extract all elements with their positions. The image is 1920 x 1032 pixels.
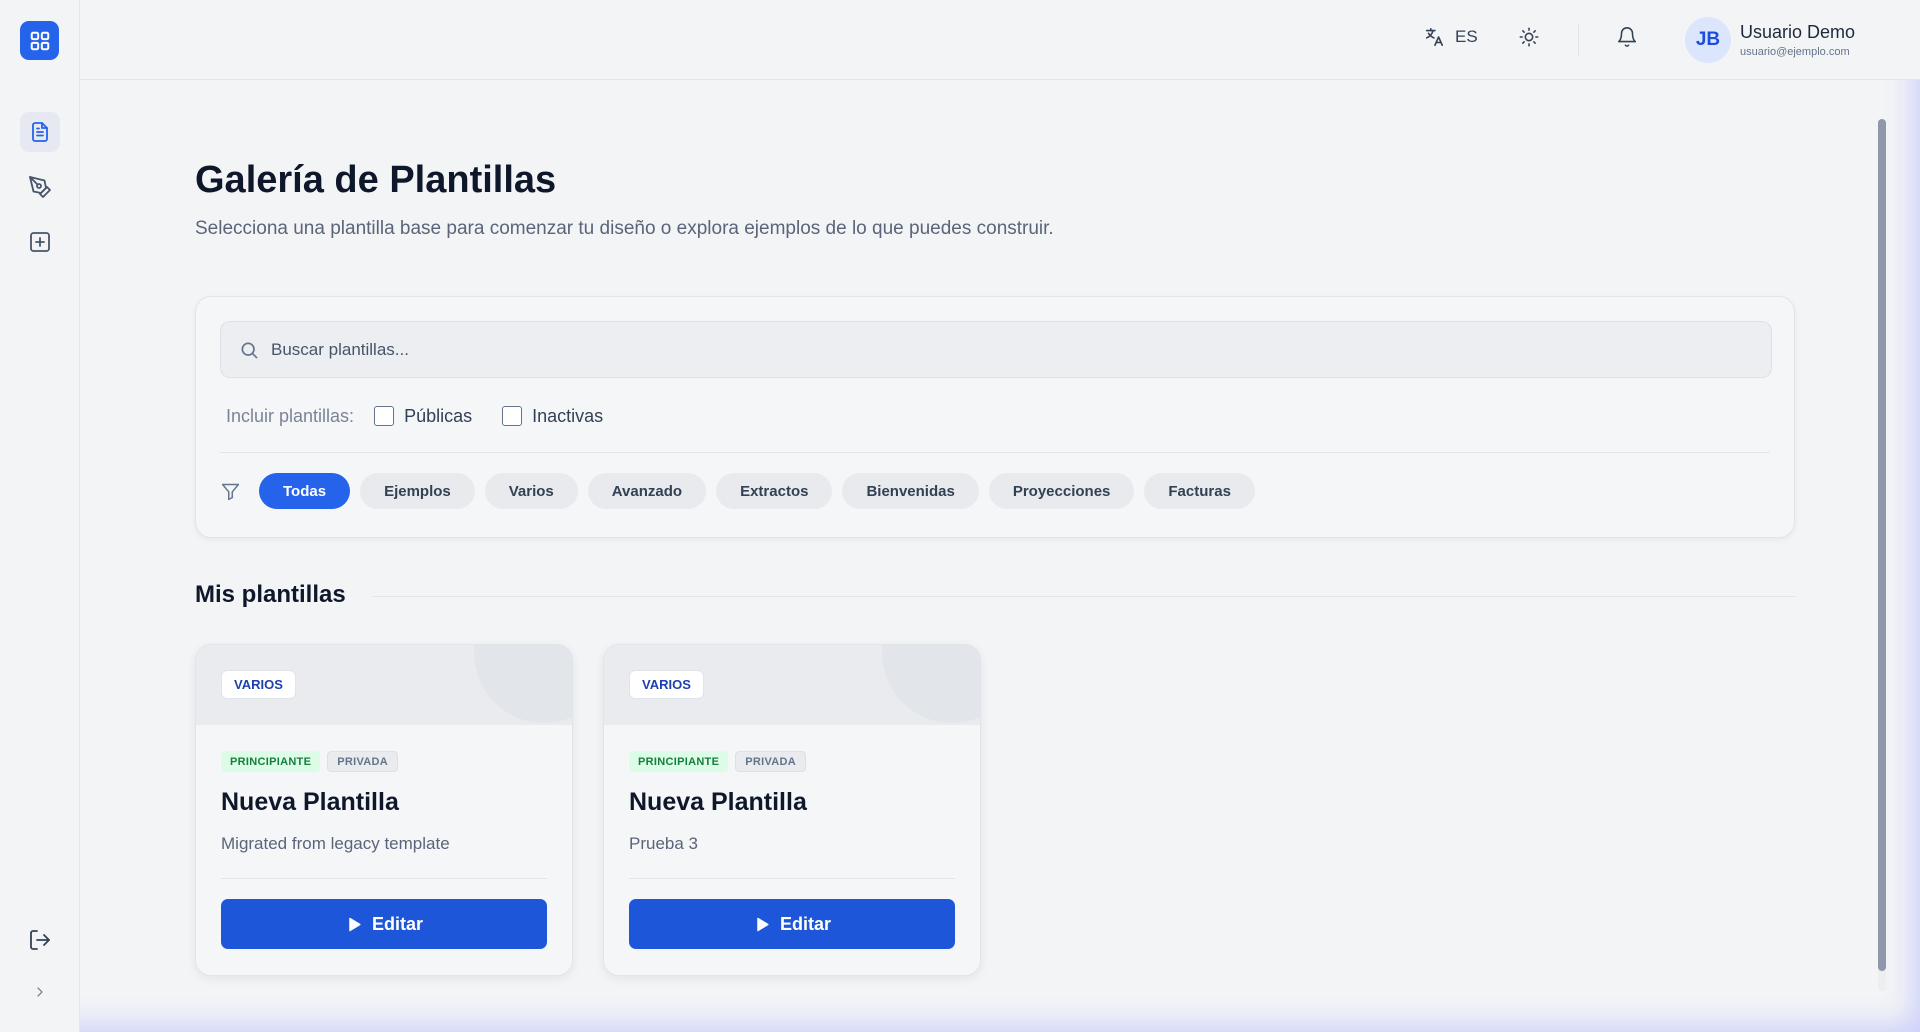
- inactive-checkbox-option[interactable]: Inactivas: [502, 406, 603, 427]
- expand-sidebar-button[interactable]: [20, 972, 60, 1012]
- language-switcher[interactable]: ES: [1423, 26, 1478, 48]
- document-icon: [32, 122, 48, 142]
- search-icon: [241, 342, 258, 358]
- template-card-header: VARIOS: [196, 645, 572, 725]
- pen-tool-icon: [29, 176, 51, 198]
- public-checkbox-option[interactable]: Públicas: [374, 406, 472, 427]
- search-input[interactable]: [271, 339, 1671, 360]
- category-chip-bienvenidas[interactable]: Bienvenidas: [842, 473, 979, 509]
- scrollbar-thumb[interactable]: [1878, 119, 1886, 971]
- translate-icon: [1425, 27, 1444, 47]
- page-subtitle: Selecciona una plantilla base para comen…: [195, 218, 1054, 239]
- category-chip-avanzado[interactable]: Avanzado: [587, 473, 707, 509]
- include-filters: Incluir plantillas: Públicas Inactivas: [226, 404, 633, 428]
- level-badge: PRINCIPIANTE: [221, 751, 321, 772]
- play-icon: [757, 917, 769, 931]
- template-badges: PRINCIPIANTE PRIVADA: [629, 751, 807, 772]
- logout-button[interactable]: [20, 920, 60, 960]
- main-content: Galería de Plantillas Selecciona una pla…: [80, 81, 1920, 1032]
- app-logo-grid-icon[interactable]: [20, 21, 59, 60]
- template-card[interactable]: VARIOS PRINCIPIANTE PRIVADA Nueva Planti…: [603, 644, 981, 976]
- sidebar: [0, 0, 80, 1032]
- page-title: Galería de Plantillas: [195, 159, 557, 201]
- category-chip-todas[interactable]: Todas: [259, 473, 351, 509]
- category-badge: VARIOS: [629, 670, 704, 699]
- logout-icon: [30, 930, 50, 950]
- public-checkbox[interactable]: [374, 406, 395, 426]
- header-divider: [1578, 24, 1579, 56]
- category-chip-ejemplos[interactable]: Ejemplos: [360, 473, 475, 509]
- plus-square-icon: [30, 232, 50, 252]
- scrollbar[interactable]: [1878, 119, 1886, 991]
- edit-button-label: Editar: [779, 913, 831, 934]
- user-email: usuario@ejemplo.com: [1740, 46, 1850, 58]
- edit-button[interactable]: Editar: [221, 899, 547, 949]
- app-frame: ES JB Usuario Demo usuario@ejemplo.com G…: [0, 0, 1920, 1032]
- sidebar-item-templates[interactable]: [20, 112, 60, 152]
- category-chips: Todas Ejemplos Varios Avanzado Extractos…: [220, 473, 1255, 509]
- decorative-circle: [474, 645, 572, 723]
- visibility-badge: PRIVADA: [735, 751, 807, 772]
- template-title: Nueva Plantilla: [221, 788, 399, 816]
- sun-icon: [1519, 27, 1539, 47]
- language-code: ES: [1455, 27, 1478, 46]
- filter-panel: Incluir plantillas: Públicas Inactivas T…: [195, 296, 1795, 538]
- template-description: Prueba 3: [629, 834, 698, 853]
- theme-toggle-button[interactable]: [1518, 26, 1540, 48]
- section-divider: [372, 596, 1795, 597]
- top-header: ES JB Usuario Demo usuario@ejemplo.com: [80, 0, 1920, 80]
- template-card-divider: [629, 878, 955, 879]
- sidebar-item-new[interactable]: [20, 222, 60, 262]
- search-box[interactable]: [220, 321, 1772, 378]
- inactive-checkbox-label: Inactivas: [532, 405, 604, 426]
- user-avatar[interactable]: JB: [1685, 17, 1731, 63]
- edit-button-label: Editar: [371, 913, 423, 934]
- category-chip-facturas[interactable]: Facturas: [1144, 473, 1255, 509]
- visibility-badge: PRIVADA: [327, 751, 399, 772]
- edit-button[interactable]: Editar: [629, 899, 955, 949]
- filter-divider: [220, 452, 1770, 453]
- category-chip-proyecciones[interactable]: Proyecciones: [988, 473, 1135, 509]
- template-title: Nueva Plantilla: [629, 788, 807, 816]
- inactive-checkbox[interactable]: [502, 406, 523, 426]
- sidebar-item-designer[interactable]: [20, 167, 60, 207]
- template-card-header: VARIOS: [604, 645, 980, 725]
- include-label: Incluir plantillas:: [226, 405, 355, 426]
- template-badges: PRINCIPIANTE PRIVADA: [221, 751, 399, 772]
- template-card[interactable]: VARIOS PRINCIPIANTE PRIVADA Nueva Planti…: [195, 644, 573, 976]
- user-name[interactable]: Usuario Demo: [1740, 22, 1855, 43]
- template-card-divider: [221, 878, 547, 879]
- level-badge: PRINCIPIANTE: [629, 751, 729, 772]
- play-icon: [349, 917, 361, 931]
- decorative-circle: [882, 645, 980, 723]
- chevron-right-icon: [37, 987, 43, 997]
- category-chip-varios[interactable]: Varios: [484, 473, 578, 509]
- public-checkbox-label: Públicas: [404, 405, 473, 426]
- filter-icon: [221, 483, 240, 500]
- template-description: Migrated from legacy template: [221, 834, 450, 853]
- bell-icon: [1617, 27, 1637, 47]
- section-title: Mis plantillas: [195, 581, 346, 608]
- notifications-button[interactable]: [1616, 26, 1638, 48]
- category-badge: VARIOS: [221, 670, 296, 699]
- category-chip-extractos[interactable]: Extractos: [716, 473, 833, 509]
